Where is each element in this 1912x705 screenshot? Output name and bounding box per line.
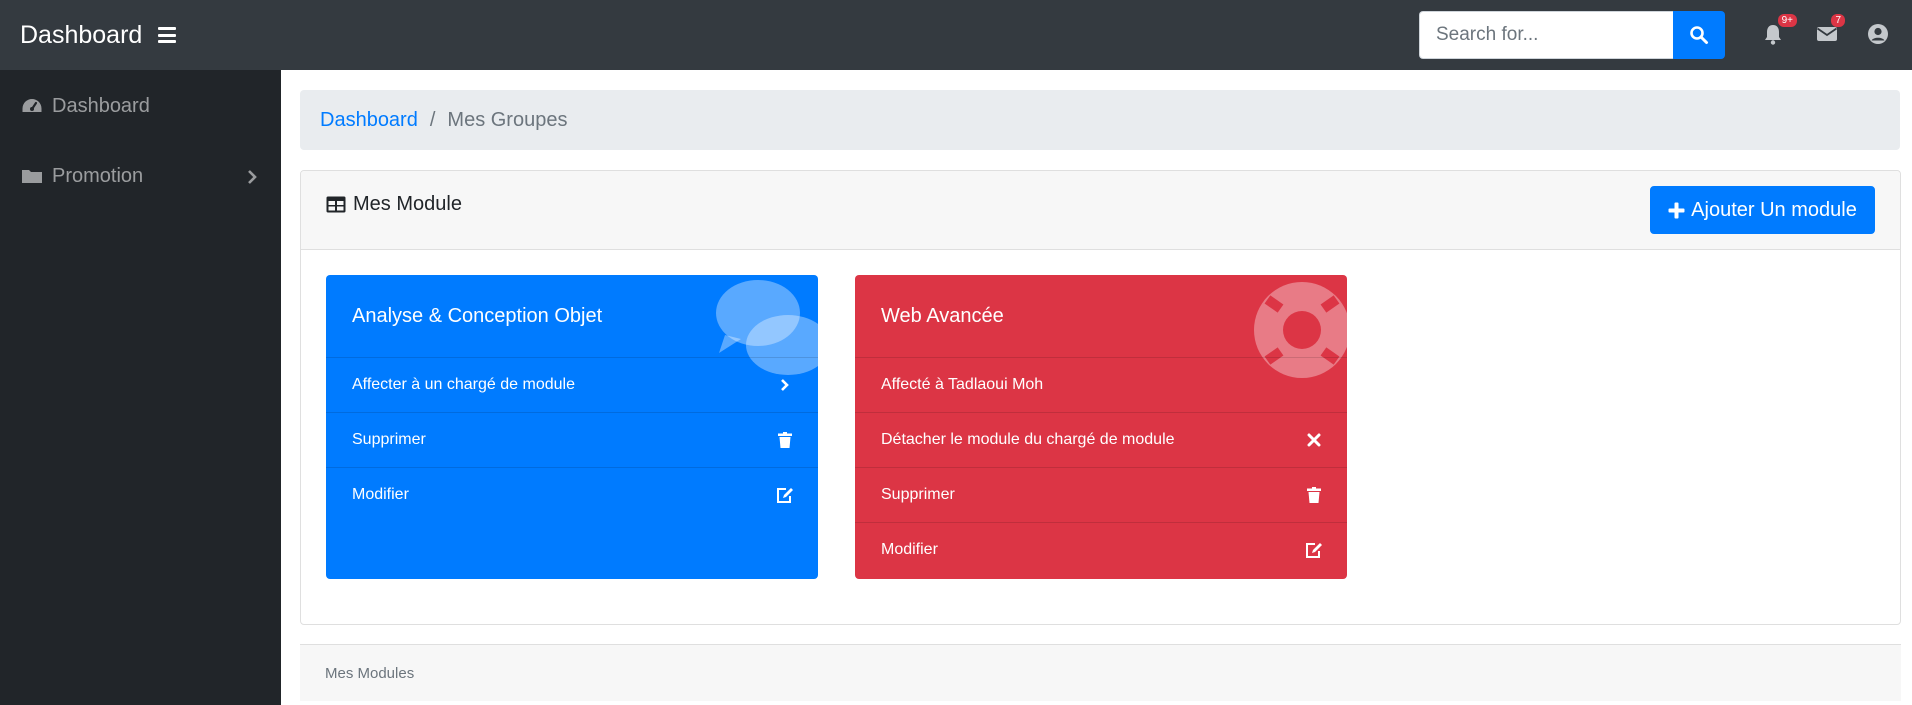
user-menu-button[interactable]: [1866, 22, 1890, 46]
action-label: Détacher le module du chargé de module: [881, 431, 1175, 448]
breadcrumb-current: Mes Groupes: [447, 108, 568, 131]
breadcrumb-separator: /: [429, 108, 436, 131]
sidebar-item-promotion[interactable]: Promotion: [0, 146, 281, 206]
edit-icon: [776, 486, 794, 504]
sidebar-item-label: Dashboard: [52, 94, 150, 117]
action-label: Affecter à un chargé de module: [352, 376, 575, 393]
search-button[interactable]: [1673, 11, 1725, 59]
breadcrumb: Dashboard / Mes Groupes: [300, 90, 1900, 150]
sidebar-item-dashboard[interactable]: Dashboard: [0, 76, 281, 136]
add-module-label: Ajouter Un module: [1691, 198, 1857, 221]
trash-icon: [776, 431, 794, 449]
navbar-brand[interactable]: Dashboard: [20, 21, 142, 50]
modules-card: Mes Module Ajouter Un module Analyse & C…: [300, 170, 1901, 625]
table-icon: [326, 196, 346, 213]
breadcrumb-home-link[interactable]: Dashboard: [320, 109, 418, 132]
module-assigned-to: Affecté à Tadlaoui Moh: [855, 357, 1347, 412]
search-icon: [1690, 26, 1708, 44]
card-header: Mes Module Ajouter Un module: [301, 171, 1900, 250]
card-title: Mes Module: [326, 193, 462, 216]
bell-icon: [1765, 25, 1781, 45]
folder-icon: [21, 166, 43, 186]
action-edit-module[interactable]: Modifier: [326, 467, 818, 522]
tachometer-icon: [21, 96, 43, 116]
messages-button[interactable]: 7: [1815, 14, 1845, 46]
times-icon: [1305, 431, 1323, 449]
notifications-badge: 9+: [1777, 14, 1797, 27]
action-edit-module[interactable]: Modifier: [855, 522, 1347, 577]
action-assign-module[interactable]: Affecter à un chargé de module: [326, 357, 818, 412]
notifications-button[interactable]: 9+: [1761, 14, 1797, 46]
module-card-analyse: Analyse & Conception Objet Affecter à un…: [326, 275, 818, 579]
module-title: Analyse & Conception Objet: [352, 305, 603, 327]
action-label: Supprimer: [881, 486, 955, 503]
module-header: Analyse & Conception Objet: [326, 275, 818, 375]
messages-badge: 7: [1831, 14, 1845, 27]
module-card-web: Web Avancée Affecté à Tadlaoui Moh Détac…: [855, 275, 1347, 579]
sidebar-item-label: Promotion: [52, 164, 144, 187]
assigned-label: Affecté à Tadlaoui Moh: [881, 376, 1044, 393]
sidebar-toggle-icon[interactable]: [158, 27, 177, 43]
module-title: Web Avancée: [881, 305, 1004, 327]
plus-icon: [1668, 202, 1685, 219]
card-title-text: Mes Module: [353, 193, 462, 215]
search-input[interactable]: [1419, 11, 1673, 59]
add-module-button[interactable]: Ajouter Un module: [1650, 186, 1875, 234]
card-footer: Mes Modules: [300, 644, 1901, 701]
user-circle-icon: [1868, 24, 1888, 44]
chevron-right-icon: [247, 168, 257, 191]
footer-text: Mes Modules: [325, 664, 415, 682]
action-delete-module[interactable]: Supprimer: [326, 412, 818, 467]
action-label: Supprimer: [352, 431, 426, 448]
action-label: Modifier: [881, 541, 938, 558]
module-header: Web Avancée: [855, 275, 1347, 378]
action-delete-module[interactable]: Supprimer: [855, 467, 1347, 522]
chevron-right-icon: [776, 376, 794, 394]
top-navbar: Dashboard 9+ 7: [0, 0, 1912, 70]
envelope-icon: [1816, 27, 1838, 41]
trash-icon: [1305, 486, 1323, 504]
edit-icon: [1305, 541, 1323, 559]
action-label: Modifier: [352, 486, 409, 503]
search-form: [1419, 11, 1725, 59]
sidebar: Dashboard Promotion: [0, 70, 281, 705]
action-detach-module[interactable]: Détacher le module du chargé de module: [855, 412, 1347, 467]
